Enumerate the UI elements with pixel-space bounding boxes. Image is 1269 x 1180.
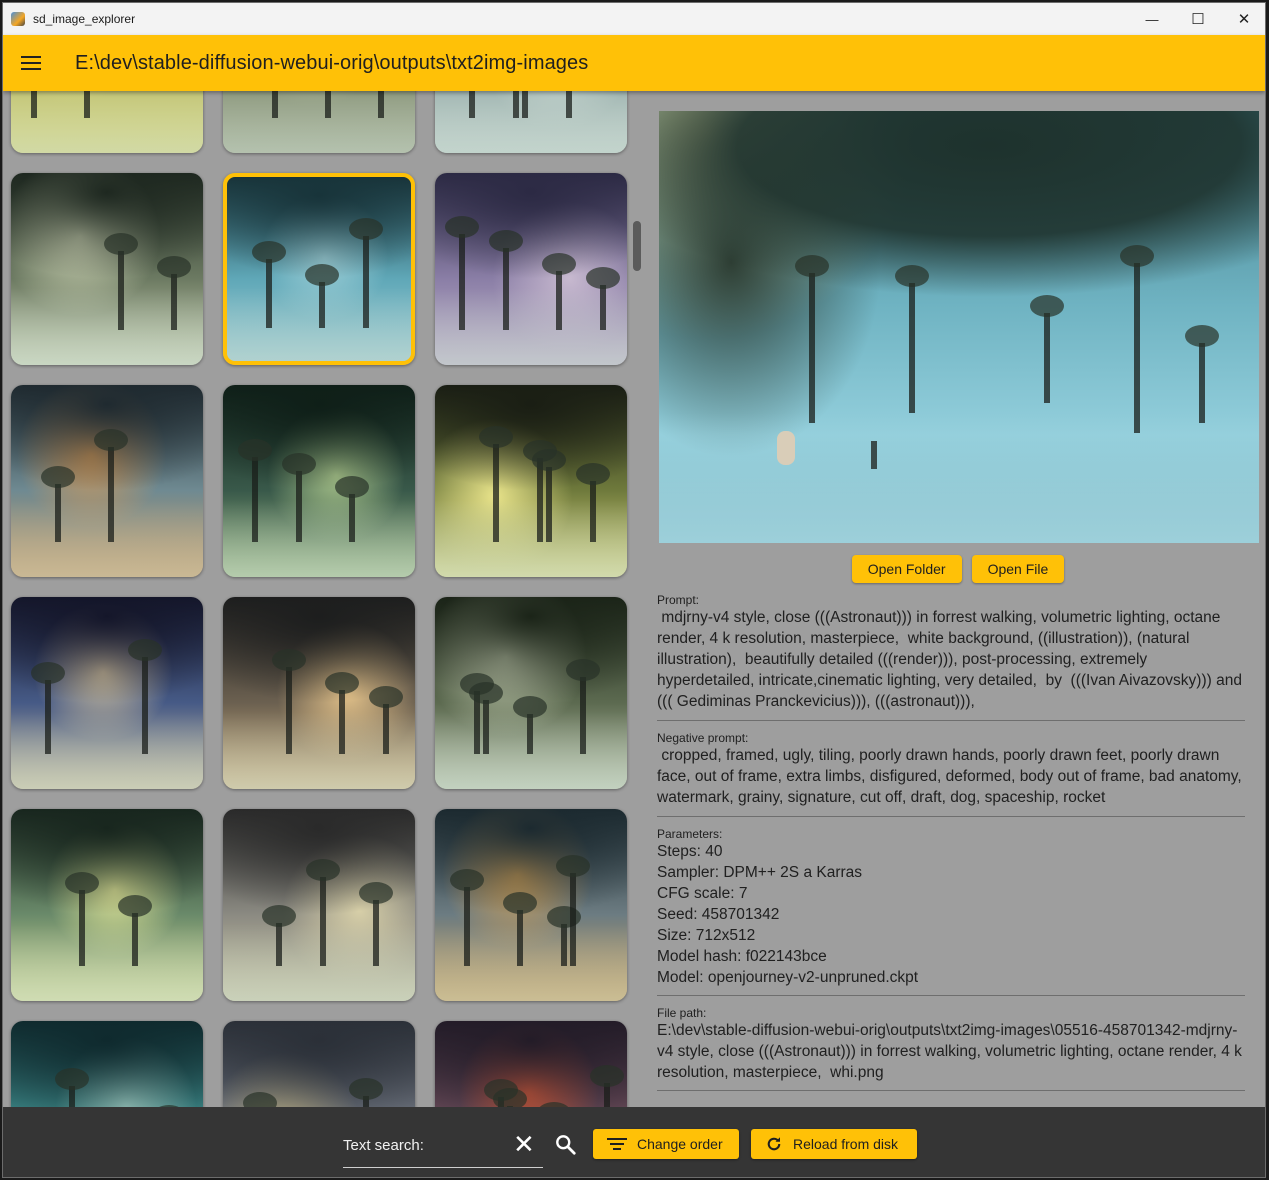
prompt-text: mdjrny-v4 style, close (((Astronaut))) i…	[657, 609, 1247, 710]
thumbnail-image[interactable]	[11, 597, 203, 789]
app-window: sd_image_explorer — ☐ ✕ E:\dev\stable-di…	[2, 2, 1266, 1178]
negative-prompt-label: Negative prompt:	[657, 731, 749, 745]
app-bar: E:\dev\stable-diffusion-webui-orig\outpu…	[3, 35, 1265, 91]
parameter-line: Sampler: DPM++ 2S a Karras	[657, 864, 863, 881]
search-icon[interactable]	[555, 1133, 577, 1157]
file-path-text: E:\dev\stable-diffusion-webui-orig\outpu…	[657, 1022, 1247, 1081]
parameter-line: Seed: 458701342	[657, 906, 780, 923]
selected-image-preview	[659, 111, 1259, 543]
divider	[657, 816, 1245, 817]
thumbnail-image[interactable]	[435, 809, 627, 1001]
thumbnail-image[interactable]	[223, 597, 415, 789]
divider	[657, 720, 1245, 721]
negative-prompt-section: Negative prompt: cropped, framed, ugly, …	[657, 731, 1247, 808]
bottom-toolbar: Text search: ✕ Change order Reload from …	[3, 1107, 1265, 1177]
prompt-label: Prompt:	[657, 593, 700, 607]
divider	[657, 1090, 1245, 1091]
thumbnail-image[interactable]	[223, 809, 415, 1001]
parameter-line: Model hash: f022143bce	[657, 948, 827, 965]
parameter-line: Steps: 40	[657, 843, 723, 860]
thumbnail-image[interactable]	[223, 173, 415, 365]
grid-scrollbar[interactable]	[633, 221, 641, 271]
parameter-line: CFG scale: 7	[657, 885, 748, 902]
parameters-section: Parameters: Steps: 40 Sampler: DPM++ 2S …	[657, 827, 1247, 988]
detail-actions: Open Folder Open File	[657, 555, 1259, 583]
thumbnail-image[interactable]	[435, 597, 627, 789]
thumbnail-image[interactable]	[223, 385, 415, 577]
change-order-label: Change order	[637, 1136, 723, 1152]
thumbnail-image[interactable]	[11, 91, 203, 153]
thumbnail-image[interactable]	[435, 173, 627, 365]
parameters-label: Parameters:	[657, 827, 723, 841]
app-icon	[11, 12, 25, 26]
file-path-label: File path:	[657, 1006, 707, 1020]
reload-label: Reload from disk	[793, 1136, 899, 1152]
open-folder-button[interactable]: Open Folder	[851, 555, 962, 583]
open-file-button[interactable]: Open File	[971, 555, 1065, 583]
close-button[interactable]: ✕	[1221, 3, 1265, 35]
prompt-section: Prompt: mdjrny-v4 style, close (((Astron…	[657, 593, 1247, 712]
hamburger-menu-icon[interactable]	[21, 56, 41, 70]
search-input-underline	[343, 1167, 543, 1168]
window-title: sd_image_explorer	[33, 12, 136, 26]
clear-search-icon[interactable]: ✕	[513, 1131, 535, 1157]
thumbnail-grid	[3, 91, 643, 1107]
parameter-line: Size: 712x512	[657, 927, 756, 944]
thumbnail-image[interactable]	[11, 809, 203, 1001]
maximize-button[interactable]: ☐	[1175, 3, 1221, 35]
folder-path-title: E:\dev\stable-diffusion-webui-orig\outpu…	[75, 51, 589, 74]
file-path-section: File path: E:\dev\stable-diffusion-webui…	[657, 1006, 1247, 1083]
change-order-button[interactable]: Change order	[593, 1129, 739, 1159]
parameter-line: Model: openjourney-v2-unpruned.ckpt	[657, 969, 919, 986]
text-search-label[interactable]: Text search:	[343, 1137, 424, 1154]
title-bar: sd_image_explorer — ☐ ✕	[3, 3, 1265, 35]
thumbnail-image[interactable]	[223, 91, 415, 153]
thumbnail-image[interactable]	[435, 385, 627, 577]
thumbnail-image[interactable]	[435, 91, 627, 153]
thumbnail-image[interactable]	[11, 385, 203, 577]
thumbnail-image[interactable]	[223, 1021, 415, 1107]
sort-icon	[607, 1138, 627, 1150]
thumbnail-image[interactable]	[11, 173, 203, 365]
reload-from-disk-button[interactable]: Reload from disk	[751, 1129, 917, 1159]
refresh-icon	[767, 1137, 781, 1151]
thumbnail-image[interactable]	[11, 1021, 203, 1107]
minimize-button[interactable]: —	[1129, 3, 1175, 35]
thumbnail-image[interactable]	[435, 1021, 627, 1107]
negative-prompt-text: cropped, framed, ugly, tiling, poorly dr…	[657, 747, 1247, 806]
divider	[657, 995, 1245, 996]
